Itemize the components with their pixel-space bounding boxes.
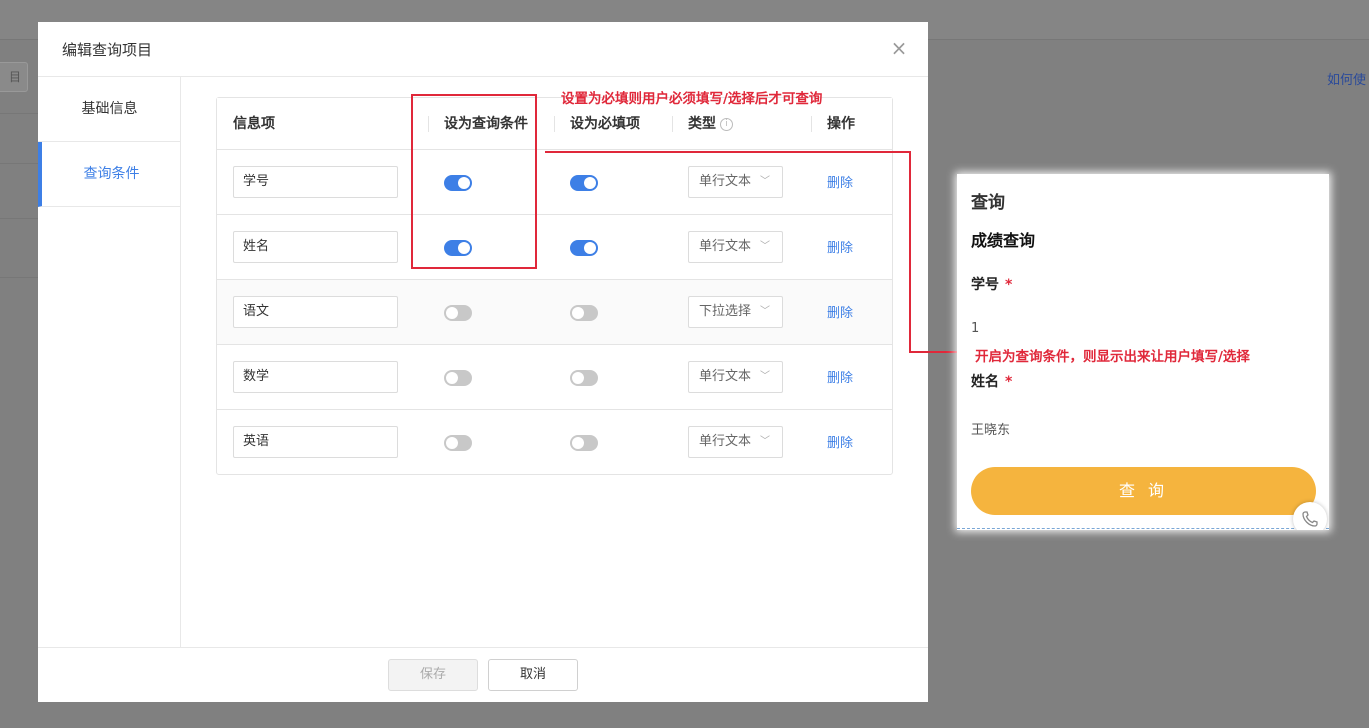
query-toggle[interactable]: [444, 435, 472, 451]
save-button[interactable]: 保存: [388, 659, 478, 691]
background-divider: [0, 277, 38, 278]
modal-title: 编辑查询项目: [62, 41, 153, 59]
delete-link[interactable]: 删除: [827, 432, 853, 451]
table-row: 姓名 单行文本 ﹀ 删除: [217, 215, 892, 280]
background-button[interactable]: 目: [0, 62, 28, 92]
chevron-down-icon: ﹀: [760, 436, 770, 447]
close-icon[interactable]: ×: [890, 36, 908, 60]
type-select[interactable]: 下拉选择 ﹀: [688, 296, 783, 328]
type-select[interactable]: 单行文本 ﹀: [688, 361, 783, 393]
required-toggle[interactable]: [570, 370, 598, 386]
modal-footer: 保存 取消: [38, 647, 928, 702]
preview-dashed-divider: [957, 528, 1329, 529]
chevron-down-icon: ﹀: [760, 371, 770, 382]
header-separator: [811, 116, 812, 132]
field-name-input[interactable]: 姓名: [233, 231, 398, 263]
header-action: 操作: [827, 116, 855, 132]
toggle-knob: [572, 372, 584, 384]
required-toggle[interactable]: [570, 175, 598, 191]
cancel-button[interactable]: 取消: [488, 659, 578, 691]
required-toggle[interactable]: [570, 435, 598, 451]
chevron-down-icon: ﹀: [760, 176, 770, 187]
annotation-connector: [545, 151, 911, 153]
preview-field-label: 姓名 *: [971, 371, 1012, 391]
delete-link[interactable]: 删除: [827, 237, 853, 256]
chevron-down-icon: ﹀: [760, 306, 770, 317]
required-toggle[interactable]: [570, 240, 598, 256]
header-field: 信息项: [233, 116, 275, 132]
required-mark: *: [1005, 374, 1013, 390]
nav-item-query-conditions[interactable]: 查询条件: [38, 142, 181, 207]
table-row: 学号 单行文本 ﹀ 删除: [217, 150, 892, 215]
type-select[interactable]: 单行文本 ﹀: [688, 166, 783, 198]
table-row: 英语 单行文本 ﹀ 删除: [217, 410, 892, 475]
toggle-knob: [446, 372, 458, 384]
modal-header: 编辑查询项目 ×: [38, 22, 928, 77]
query-fields-table: 信息项 设为查询条件 设为必填项 类型 i 操作 学号 单行文本 ﹀ 删除 姓名 单…: [216, 97, 893, 475]
header-separator: [672, 116, 673, 132]
table-row: 语文 下拉选择 ﹀ 删除: [217, 280, 892, 345]
field-name-input[interactable]: 学号: [233, 166, 398, 198]
help-link[interactable]: 如何使: [1327, 69, 1366, 88]
toggle-knob: [584, 177, 596, 189]
field-name-input[interactable]: 语文: [233, 296, 398, 328]
annotation-highlight-box: [411, 94, 537, 269]
delete-link[interactable]: 删除: [827, 367, 853, 386]
preview-field-label-text: 学号: [971, 277, 999, 293]
toggle-knob: [446, 437, 458, 449]
phone-icon-button[interactable]: [1293, 502, 1327, 530]
required-toggle[interactable]: [570, 305, 598, 321]
preview-title: 查询: [971, 193, 1005, 213]
preview-query-button[interactable]: 查 询: [971, 467, 1316, 515]
toggle-knob: [446, 307, 458, 319]
field-name-input[interactable]: 数学: [233, 361, 398, 393]
preview-field-value[interactable]: 1: [971, 321, 979, 336]
chevron-down-icon: ﹀: [760, 241, 770, 252]
background-divider: [0, 163, 38, 164]
preview-field-value[interactable]: 王晓东: [971, 419, 1010, 438]
query-toggle[interactable]: [444, 305, 472, 321]
type-select-value: 单行文本: [699, 434, 752, 449]
field-name-input[interactable]: 英语: [233, 426, 398, 458]
preview-field-label-text: 姓名: [971, 374, 999, 390]
required-mark: *: [1005, 277, 1013, 293]
phone-icon: [1302, 511, 1318, 527]
background-divider: [0, 218, 38, 219]
info-icon[interactable]: i: [720, 117, 733, 131]
annotation-query-note: 开启为查询条件，则显示出来让用户填写/选择: [975, 349, 1250, 365]
type-select-value: 单行文本: [699, 239, 752, 254]
header-separator: [554, 116, 555, 132]
background-divider: [0, 113, 38, 114]
type-select[interactable]: 单行文本 ﹀: [688, 231, 783, 263]
preview-subtitle: 成绩查询: [971, 231, 1036, 250]
table-row: 数学 单行文本 ﹀ 删除: [217, 345, 892, 410]
nav-item-basic-info[interactable]: 基础信息: [38, 77, 181, 142]
toggle-knob: [572, 437, 584, 449]
annotation-connector: [909, 151, 911, 353]
toggle-knob: [584, 242, 596, 254]
toggle-knob: [572, 307, 584, 319]
type-select-value: 下拉选择: [699, 304, 752, 319]
query-toggle[interactable]: [444, 370, 472, 386]
type-select-value: 单行文本: [699, 174, 752, 189]
preview-field-label: 学号 *: [971, 274, 1012, 294]
type-select-value: 单行文本: [699, 369, 752, 384]
header-type-label: 类型: [688, 116, 716, 132]
type-select[interactable]: 单行文本 ﹀: [688, 426, 783, 458]
side-nav: 基础信息 查询条件: [38, 77, 181, 647]
delete-link[interactable]: 删除: [827, 172, 853, 191]
delete-link[interactable]: 删除: [827, 302, 853, 321]
annotation-required-note: 设置为必填则用户必须填写/选择后才可查询: [561, 91, 823, 107]
